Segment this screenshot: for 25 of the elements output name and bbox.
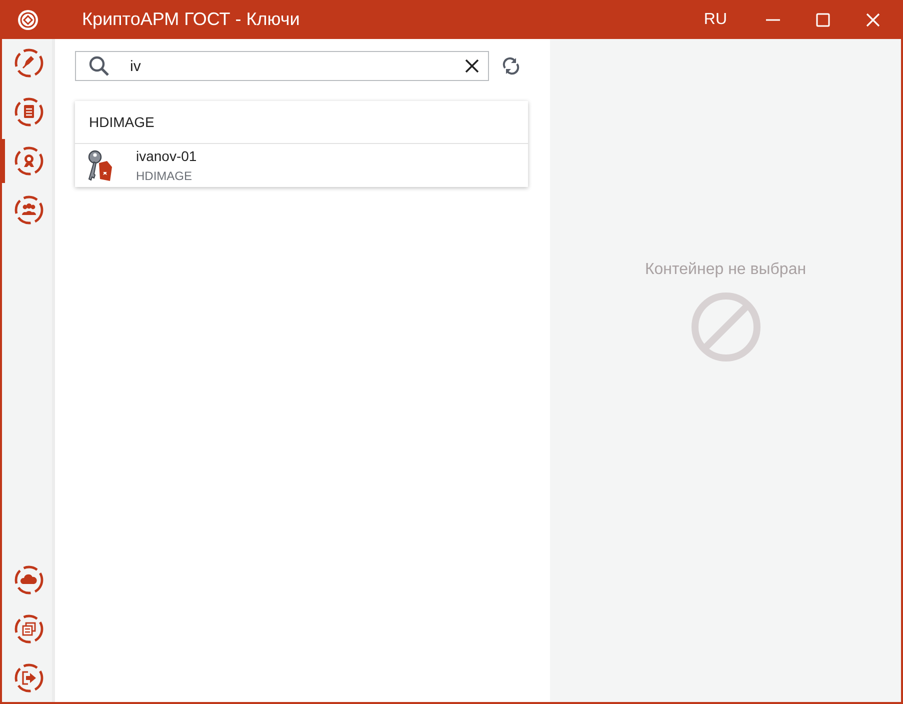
windows-icon (14, 614, 44, 644)
key-name: ivanov-01 (136, 148, 197, 164)
empty-message: Контейнер не выбран (644, 261, 806, 279)
people-icon (14, 195, 44, 225)
prohibited-icon (690, 291, 762, 363)
window-title: КриптоАРМ ГОСТ - Ключи (82, 9, 300, 30)
key-storage: HDIMAGE (136, 169, 194, 183)
close-icon (866, 12, 880, 26)
search-field[interactable]: iv (75, 51, 489, 81)
clear-button[interactable] (464, 58, 480, 74)
close-icon (464, 58, 480, 74)
maximize-icon (816, 12, 830, 26)
search-icon (88, 55, 110, 77)
language-button[interactable]: RU (700, 6, 731, 32)
group-title: HDIMAGE (75, 101, 528, 144)
minimize-icon (766, 18, 780, 20)
search-input[interactable]: iv (128, 56, 464, 76)
exit-icon (14, 663, 44, 693)
logo-icon (17, 8, 39, 30)
refresh-icon (501, 56, 521, 76)
key-list-item[interactable]: ivanov-01 HDIMAGE (75, 144, 528, 187)
pen-icon (14, 48, 44, 78)
cloud-icon (14, 565, 44, 595)
certificate-icon (14, 146, 44, 176)
document-icon (14, 97, 44, 127)
